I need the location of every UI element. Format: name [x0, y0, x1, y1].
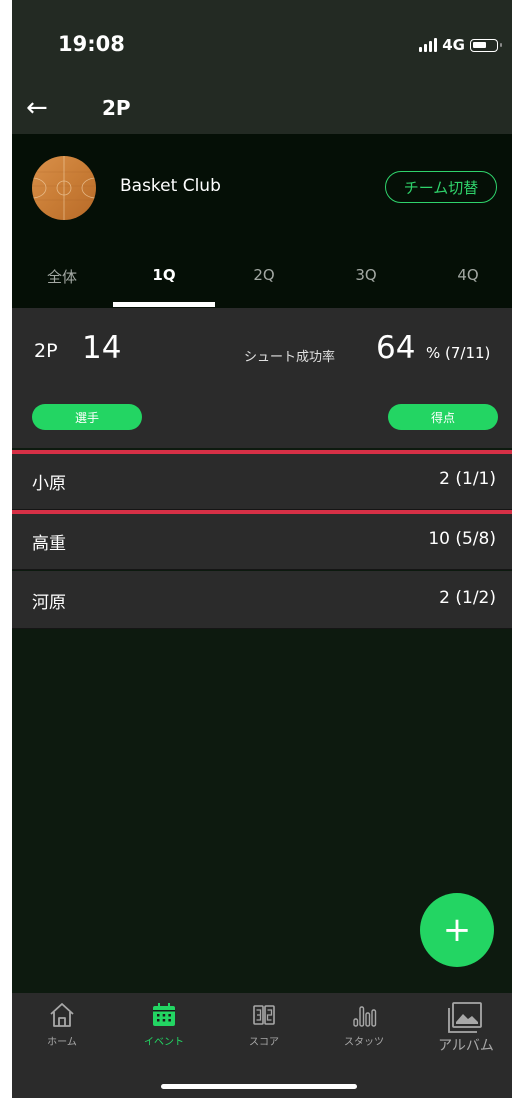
album-icon	[448, 1002, 482, 1033]
tab-2q[interactable]: 2Q	[214, 266, 314, 284]
battery-icon	[470, 38, 502, 52]
nav-item-home[interactable]: ホーム	[12, 1001, 112, 1048]
player-name: 河原	[32, 593, 66, 613]
summary-row: 2P 14 シュート成功率 64 % (7/11)	[12, 308, 512, 394]
shot-rate-value: 64	[376, 330, 416, 366]
nav-bar: ← 2P	[12, 88, 512, 134]
basketball-court-icon	[32, 156, 96, 220]
status-bar: 19:08 4G	[12, 0, 512, 88]
nav-label: ホーム	[47, 1037, 77, 1048]
summary-label: 2P	[34, 340, 58, 362]
player-name: 小原	[32, 474, 66, 494]
team-name: Basket Club	[120, 176, 221, 196]
player-score: 10 (5/8)	[428, 529, 496, 549]
status-time: 19:08	[58, 32, 125, 56]
player-name: 高重	[32, 534, 66, 554]
phone-screen: 19:08 4G ← 2P Basket Club チーム切替 全体 1Q 2Q…	[12, 0, 512, 1098]
calendar-icon	[153, 1003, 175, 1026]
points-column-header[interactable]: 得点	[388, 404, 498, 430]
nav-label: イベント	[144, 1037, 184, 1048]
tab-3q[interactable]: 3Q	[316, 266, 416, 284]
nav-item-stats[interactable]: スタッツ	[314, 1001, 414, 1048]
active-tab-indicator	[113, 302, 215, 307]
page-title: 2P	[102, 96, 131, 120]
tab-1q[interactable]: 1Q	[114, 266, 214, 284]
bottom-nav: ホーム イベント スコア スタッツ アルバム	[12, 993, 512, 1098]
player-score: 2 (1/2)	[439, 588, 496, 608]
player-column-header[interactable]: 選手	[32, 404, 142, 430]
column-headers: 選手 得点	[12, 394, 512, 448]
nav-item-event[interactable]: イベント	[114, 1001, 214, 1048]
home-icon	[50, 1003, 74, 1027]
tab-all[interactable]: 全体	[12, 266, 112, 287]
back-arrow-icon[interactable]: ←	[26, 90, 48, 126]
nav-label: スタッツ	[344, 1037, 384, 1048]
status-indicators: 4G	[419, 36, 502, 54]
table-row[interactable]: 河原 2 (1/2)	[12, 571, 512, 629]
quarter-tabs: 全体 1Q 2Q 3Q 4Q	[12, 258, 512, 308]
shot-rate-detail: % (7/11)	[426, 344, 491, 362]
team-avatar[interactable]	[32, 156, 96, 220]
team-switch-button[interactable]: チーム切替	[385, 171, 497, 203]
shot-rate-label: シュート成功率	[244, 350, 336, 365]
team-header: Basket Club チーム切替 全体 1Q 2Q 3Q 4Q	[12, 134, 512, 308]
network-label: 4G	[442, 36, 465, 54]
summary-value: 14	[82, 330, 122, 366]
nav-item-score[interactable]: スコア	[214, 1001, 314, 1048]
table-row[interactable]: 小原 2 (1/1)	[12, 452, 512, 510]
bar-chart-icon	[353, 1006, 377, 1027]
nav-label: アルバム	[438, 1038, 494, 1054]
table-row[interactable]: 高重 10 (5/8)	[12, 512, 512, 570]
add-button[interactable]: +	[420, 893, 494, 967]
nav-label: スコア	[249, 1037, 279, 1048]
scoreboard-icon	[253, 1005, 275, 1025]
tab-4q[interactable]: 4Q	[418, 266, 512, 284]
home-indicator	[161, 1084, 357, 1089]
player-score: 2 (1/1)	[439, 469, 496, 489]
nav-item-album[interactable]: アルバム	[416, 1001, 512, 1055]
signal-icon	[419, 38, 438, 52]
